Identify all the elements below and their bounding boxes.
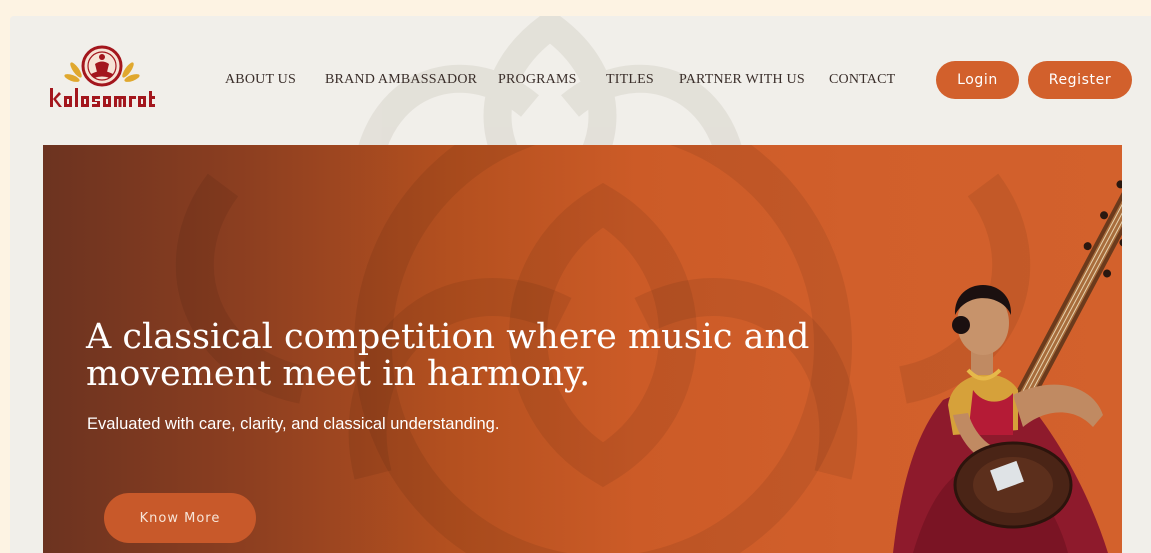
login-button[interactable]: Login (936, 61, 1019, 99)
page: ABOUT US BRAND AMBASSADOR PROGRAMS TITLE… (10, 16, 1151, 553)
know-more-button[interactable]: Know More (104, 493, 256, 543)
nav-titles[interactable]: TITLES (606, 72, 654, 88)
nav-contact[interactable]: CONTACT (829, 72, 895, 88)
nav-partner-with-us[interactable]: PARTNER WITH US (679, 72, 805, 88)
hero-banner: A classical competition where music and … (43, 145, 1122, 553)
hero-title: A classical competition where music and … (86, 317, 810, 394)
kalasamrat-logo-icon (50, 45, 155, 107)
nav-brand-ambassador[interactable]: BRAND AMBASSADOR (325, 72, 477, 88)
nav-programs[interactable]: PROGRAMS (498, 72, 577, 88)
sitar-musician-image (893, 170, 1122, 553)
nav-about-us[interactable]: ABOUT US (225, 72, 296, 88)
hero-subtitle: Evaluated with care, clarity, and classi… (87, 415, 500, 433)
brand-logo[interactable] (46, 44, 158, 116)
register-button[interactable]: Register (1028, 61, 1132, 99)
